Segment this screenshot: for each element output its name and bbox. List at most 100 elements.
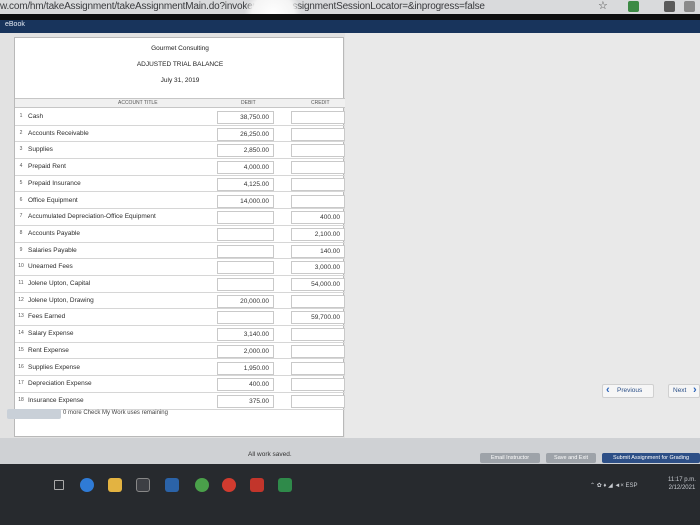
- account-title-cell[interactable]: Fees Earned: [28, 313, 65, 320]
- row-number: 17: [18, 380, 24, 387]
- browser-icon[interactable]: [80, 478, 94, 492]
- credit-cell[interactable]: [291, 144, 345, 158]
- debit-cell[interactable]: 1,950.00: [217, 361, 274, 375]
- account-title-cell[interactable]: Prepaid Rent: [28, 163, 66, 170]
- credit-cell[interactable]: [291, 361, 345, 375]
- worksheet-title: ADJUSTED TRIAL BALANCE: [136, 61, 224, 68]
- account-title-cell[interactable]: Cash: [28, 113, 43, 120]
- company-name: Gourmet Consulting: [151, 45, 209, 52]
- app-icon[interactable]: [165, 478, 179, 492]
- credit-cell[interactable]: 3,000.00: [291, 261, 345, 275]
- credit-cell[interactable]: 2,100.00: [291, 227, 345, 241]
- account-title-cell[interactable]: Insurance Expense: [28, 397, 84, 404]
- account-title-cell[interactable]: Jolene Upton, Capital: [28, 280, 90, 287]
- credit-cell[interactable]: 400.00: [291, 211, 345, 225]
- credit-header: CREDIT: [311, 100, 330, 106]
- debit-cell[interactable]: [217, 261, 274, 275]
- row-number: 4: [19, 163, 23, 170]
- table-row: 3 Supplies 2,850.00: [15, 142, 345, 160]
- debit-cell[interactable]: 26,250.00: [217, 127, 274, 141]
- debit-cell[interactable]: 38,750.00: [217, 111, 274, 124]
- app-icon[interactable]: [250, 478, 264, 492]
- table-row: 8 Accounts Payable 2,100.00: [15, 226, 345, 243]
- save-and-exit-button[interactable]: Save and Exit: [546, 453, 596, 463]
- table-row: 4 Prepaid Rent 4,000.00: [15, 159, 345, 176]
- row-number: 14: [18, 330, 24, 337]
- credit-cell[interactable]: [291, 111, 345, 124]
- row-number: 3: [19, 146, 23, 153]
- next-label: Next: [673, 387, 687, 394]
- credit-cell[interactable]: [291, 294, 345, 308]
- url-text[interactable]: w.com/hm/takeAssignment/takeAssignmentMa…: [0, 0, 485, 13]
- debit-cell[interactable]: [217, 278, 274, 291]
- clock[interactable]: 11:17 p.m. 2/12/2021: [668, 476, 696, 492]
- debit-cell[interactable]: 375.00: [217, 394, 274, 408]
- debit-cell[interactable]: [217, 211, 274, 225]
- credit-cell[interactable]: [291, 378, 345, 392]
- debit-cell[interactable]: [217, 227, 274, 241]
- account-title-cell[interactable]: Accounts Receivable: [28, 130, 89, 137]
- credit-cell[interactable]: 59,700.00: [291, 311, 345, 325]
- app-icon[interactable]: [136, 478, 150, 492]
- account-title-cell[interactable]: Supplies: [28, 146, 53, 153]
- clock-time: 11:17 p.m.: [668, 477, 696, 483]
- debit-cell[interactable]: 2,850.00: [217, 144, 274, 158]
- account-title-cell[interactable]: Jolene Upton, Drawing: [28, 297, 94, 304]
- row-number: 2: [19, 129, 23, 136]
- debit-cell[interactable]: 20,000.00: [217, 294, 274, 308]
- check-my-work-button[interactable]: [7, 409, 61, 419]
- extension-icon[interactable]: [664, 1, 675, 12]
- extension-icon[interactable]: [684, 1, 695, 12]
- account-title-cell[interactable]: Salary Expense: [28, 330, 74, 337]
- folder-icon[interactable]: [108, 478, 122, 492]
- credit-cell[interactable]: 54,000.00: [291, 278, 345, 291]
- ebook-link[interactable]: eBook: [5, 21, 25, 28]
- account-title-cell[interactable]: Salaries Payable: [28, 247, 77, 254]
- table-row: 7 Accumulated Depreciation-Office Equipme…: [15, 209, 345, 226]
- account-title-cell[interactable]: Supplies Expense: [28, 364, 80, 371]
- next-button[interactable]: Next ›: [668, 384, 700, 398]
- browser-address-bar[interactable]: w.com/hm/takeAssignment/takeAssignmentMa…: [0, 0, 700, 14]
- start-menu-icon[interactable]: [54, 480, 64, 490]
- app-icon[interactable]: [222, 478, 236, 492]
- credit-cell[interactable]: [291, 177, 345, 191]
- extension-icon[interactable]: [628, 1, 639, 12]
- debit-cell[interactable]: 2,000.00: [217, 344, 274, 358]
- account-title-cell[interactable]: Accumulated Depreciation-Office Equipmen…: [28, 213, 156, 220]
- previous-button[interactable]: ‹ Previous: [602, 384, 654, 398]
- account-title-cell[interactable]: Accounts Payable: [28, 230, 80, 237]
- account-title-cell[interactable]: Unearned Fees: [28, 263, 73, 270]
- email-instructor-button[interactable]: Email Instructor: [480, 453, 540, 463]
- account-title-cell[interactable]: Rent Expense: [28, 347, 69, 354]
- submit-assignment-button[interactable]: Submit Assignment for Grading: [602, 453, 700, 463]
- star-icon[interactable]: ☆: [598, 0, 608, 13]
- credit-cell[interactable]: [291, 328, 345, 342]
- debit-cell[interactable]: [217, 311, 274, 325]
- debit-cell[interactable]: 4,000.00: [217, 161, 274, 175]
- debit-cell[interactable]: [217, 244, 274, 258]
- account-title-cell[interactable]: Prepaid Insurance: [28, 180, 81, 187]
- credit-cell[interactable]: [291, 394, 345, 408]
- credit-cell[interactable]: [291, 194, 345, 208]
- debit-cell[interactable]: 4,125.00: [217, 177, 274, 191]
- app-icon[interactable]: [195, 478, 209, 492]
- credit-cell[interactable]: 140.00: [291, 244, 345, 258]
- debit-cell[interactable]: 3,140.00: [217, 328, 274, 342]
- assignment-action-bar: All work saved. Email Instructor Save an…: [0, 438, 700, 464]
- credit-cell[interactable]: [291, 127, 345, 141]
- account-title-cell[interactable]: Office Equipment: [28, 197, 78, 204]
- account-title-cell[interactable]: Depreciation Expense: [28, 380, 92, 387]
- credit-cell[interactable]: [291, 161, 345, 175]
- row-number: 16: [18, 363, 24, 370]
- debit-cell[interactable]: 400.00: [217, 378, 274, 392]
- row-number: 9: [19, 246, 23, 253]
- debit-cell[interactable]: 14,000.00: [217, 194, 274, 208]
- table-row: 10 Unearned Fees 3,000.00: [15, 259, 345, 276]
- system-tray[interactable]: ⌃ ✿ ♦ ◢ ◄× ESP: [590, 482, 638, 489]
- saved-status: All work saved.: [248, 451, 292, 458]
- credit-cell[interactable]: [291, 344, 345, 358]
- language-indicator[interactable]: ESP: [626, 483, 638, 489]
- table-row: 5 Prepaid Insurance 4,125.00: [15, 176, 345, 193]
- check-my-work-bar: 0 more Check My Work uses remaining: [0, 408, 345, 421]
- app-icon[interactable]: [278, 478, 292, 492]
